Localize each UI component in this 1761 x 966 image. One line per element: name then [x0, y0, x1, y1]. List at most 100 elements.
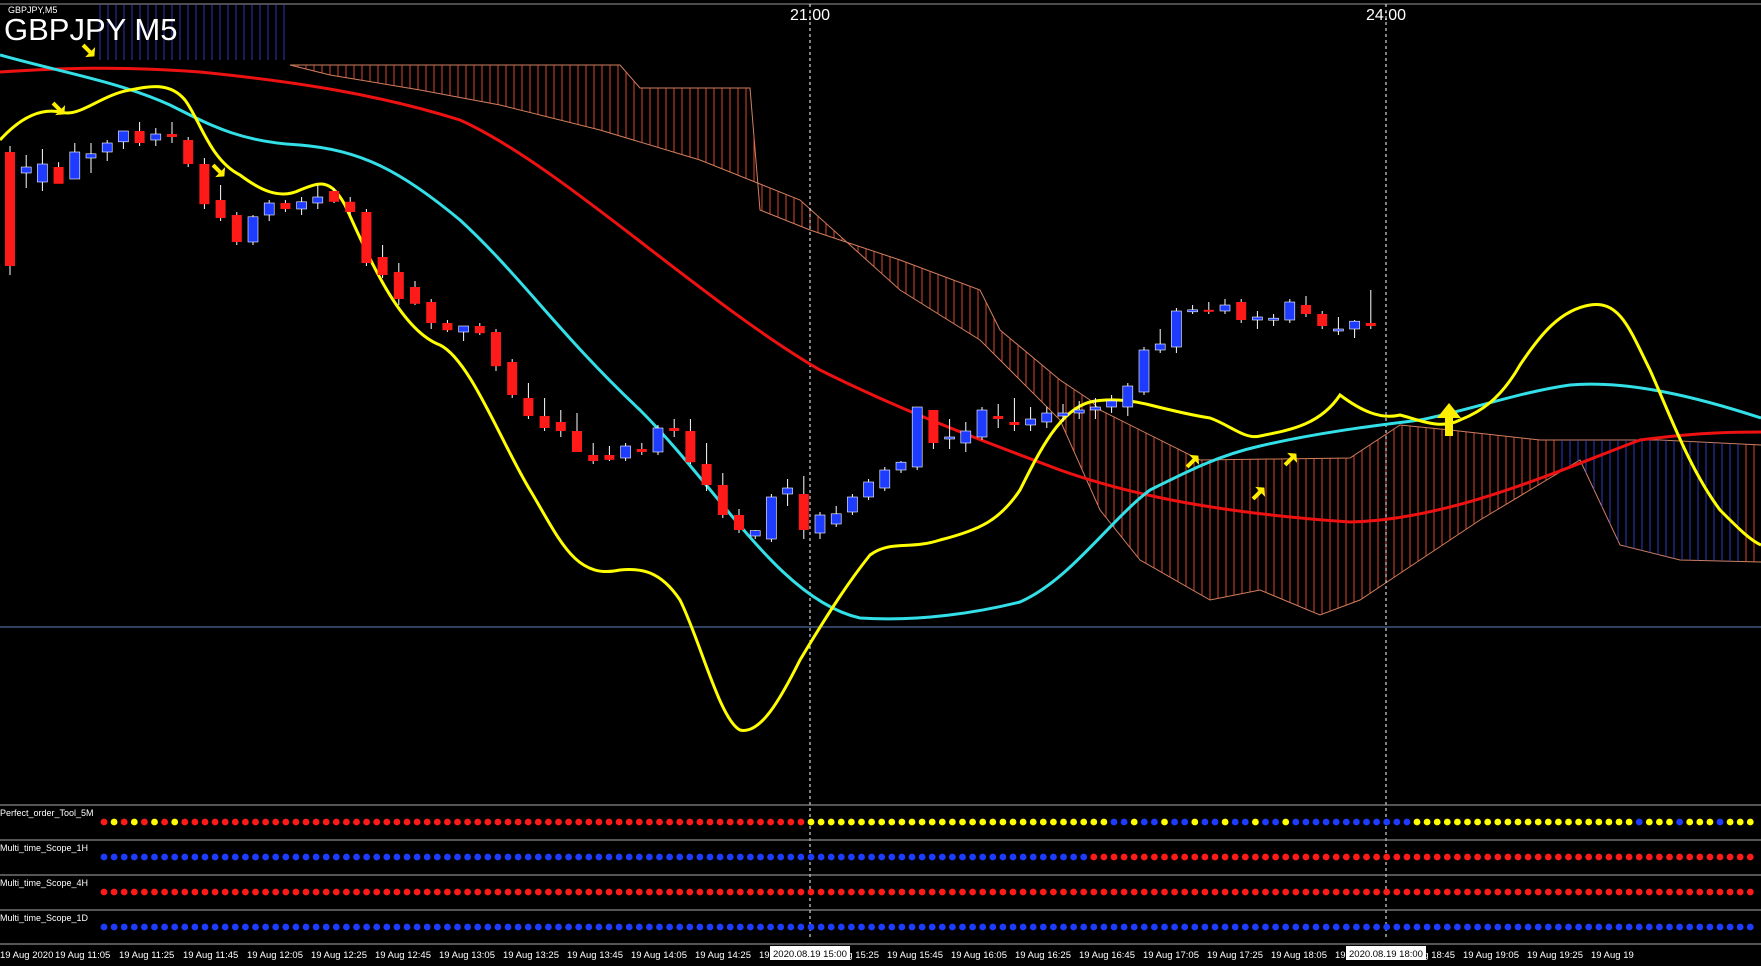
indicator-dot	[524, 853, 532, 861]
indicator-dot	[1716, 853, 1724, 861]
indicator-dot	[514, 923, 522, 931]
indicator-dot	[615, 853, 623, 861]
indicator-dot	[747, 923, 754, 931]
indicator-dot	[1423, 818, 1431, 826]
indicator-dot	[1181, 888, 1189, 896]
indicator-dot	[1595, 818, 1603, 826]
indicator-dot	[1383, 818, 1391, 826]
indicator-dot	[827, 923, 835, 931]
indicator-dot	[676, 923, 684, 931]
indicator-dot	[938, 923, 946, 931]
indicator-dot	[504, 853, 512, 861]
indicator-dot	[1514, 853, 1522, 861]
indicator-dot	[827, 853, 835, 861]
indicator-dot	[787, 923, 795, 931]
indicator-dot	[1484, 818, 1492, 826]
indicator-dot	[706, 888, 714, 896]
indicator-dot	[1383, 923, 1391, 931]
indicator-dot	[767, 888, 774, 896]
cursor-time-label: 2020.08.19 15:00	[773, 949, 847, 960]
indicator-dot	[1302, 818, 1310, 826]
indicator-dot	[1009, 888, 1017, 896]
indicator-dot	[1666, 923, 1673, 931]
indicator-dot	[817, 888, 825, 896]
indicator-dot	[767, 853, 774, 861]
indicator-dot	[1353, 923, 1360, 931]
indicator-dot	[1373, 818, 1380, 826]
indicator-dot	[837, 923, 845, 931]
indicator-dot	[130, 923, 138, 931]
candle-body-bull	[1333, 328, 1344, 332]
candle-body-bull	[247, 216, 259, 243]
indicator-dot	[534, 888, 542, 896]
indicator-dot	[1302, 923, 1310, 931]
indicator-dot	[302, 888, 310, 896]
indicator-dot	[1252, 818, 1259, 826]
indicator-dot	[777, 853, 785, 861]
indicator-dot	[130, 818, 138, 826]
candle-body-bear	[1301, 305, 1311, 314]
indicator-dot	[1443, 818, 1451, 826]
candle-body-bear	[53, 167, 64, 184]
indicator-dot	[1302, 853, 1310, 861]
indicator-dot	[1676, 888, 1683, 896]
indicator-dot	[1080, 818, 1088, 826]
indicator-dot	[1403, 853, 1411, 861]
indicator-dot	[1060, 888, 1067, 896]
x-tick-label: 19 Aug 14:25	[695, 950, 751, 961]
indicator-dot	[1575, 923, 1582, 931]
indicator-dot	[141, 888, 148, 896]
indicator-dot	[1070, 923, 1077, 931]
indicator-dot	[171, 818, 179, 826]
indicator-dot	[565, 853, 572, 861]
indicator-dot	[464, 853, 471, 861]
indicator-dot	[1615, 888, 1623, 896]
indicator-dot	[1605, 923, 1613, 931]
indicator-dot	[1221, 888, 1229, 896]
indicator-dot	[1252, 923, 1259, 931]
indicator-dot	[1635, 923, 1643, 931]
indicator-dot	[1403, 818, 1411, 826]
indicator-dot	[1151, 853, 1158, 861]
candle-body-bull	[1138, 349, 1150, 393]
indicator-dot	[1494, 818, 1502, 826]
indicator-dot	[1282, 818, 1290, 826]
indicator-dot	[413, 853, 421, 861]
candle	[231, 212, 242, 245]
indicator-dot	[868, 888, 875, 896]
indicator-dot	[110, 923, 118, 931]
indicator-dot	[1050, 818, 1057, 826]
indicator-dot	[221, 888, 229, 896]
indicator-dot	[363, 923, 370, 931]
indicator-dot	[1302, 888, 1310, 896]
indicator-dot	[151, 853, 158, 861]
indicator-dot	[837, 888, 845, 896]
indicator-dot	[797, 818, 805, 826]
indicator-dot	[1009, 923, 1017, 931]
indicator-dot	[1615, 853, 1623, 861]
indicator-dot	[605, 818, 613, 826]
indicator-dot	[403, 853, 411, 861]
indicator-dot	[1555, 818, 1562, 826]
price-chart[interactable]: 21:00 24:00 Perfect_order_Tool_5M Multi_t…	[0, 0, 1761, 966]
indicator-dot	[827, 818, 835, 826]
indicator-dot	[433, 888, 441, 896]
indicator-dot	[1019, 923, 1027, 931]
indicator-dot	[1322, 853, 1330, 861]
indicator-dot	[302, 818, 310, 826]
indicator-dot	[1534, 888, 1542, 896]
indicator-dot	[1191, 888, 1199, 896]
indicator-dot	[999, 923, 1007, 931]
indicator-dot	[1231, 888, 1239, 896]
indicator-dot	[454, 923, 461, 931]
indicator-dot	[747, 853, 754, 861]
indicator-dot	[565, 923, 572, 931]
candle-body-bull	[1171, 310, 1182, 348]
indicator-dot	[484, 888, 492, 896]
indicator-dot	[716, 923, 724, 931]
indicator-dot	[1686, 888, 1694, 896]
indicator-dot	[959, 888, 966, 896]
indicator-dot	[1090, 923, 1098, 931]
x-tick-label: 19 Aug 12:05	[247, 950, 303, 961]
indicator-dot	[1514, 888, 1522, 896]
